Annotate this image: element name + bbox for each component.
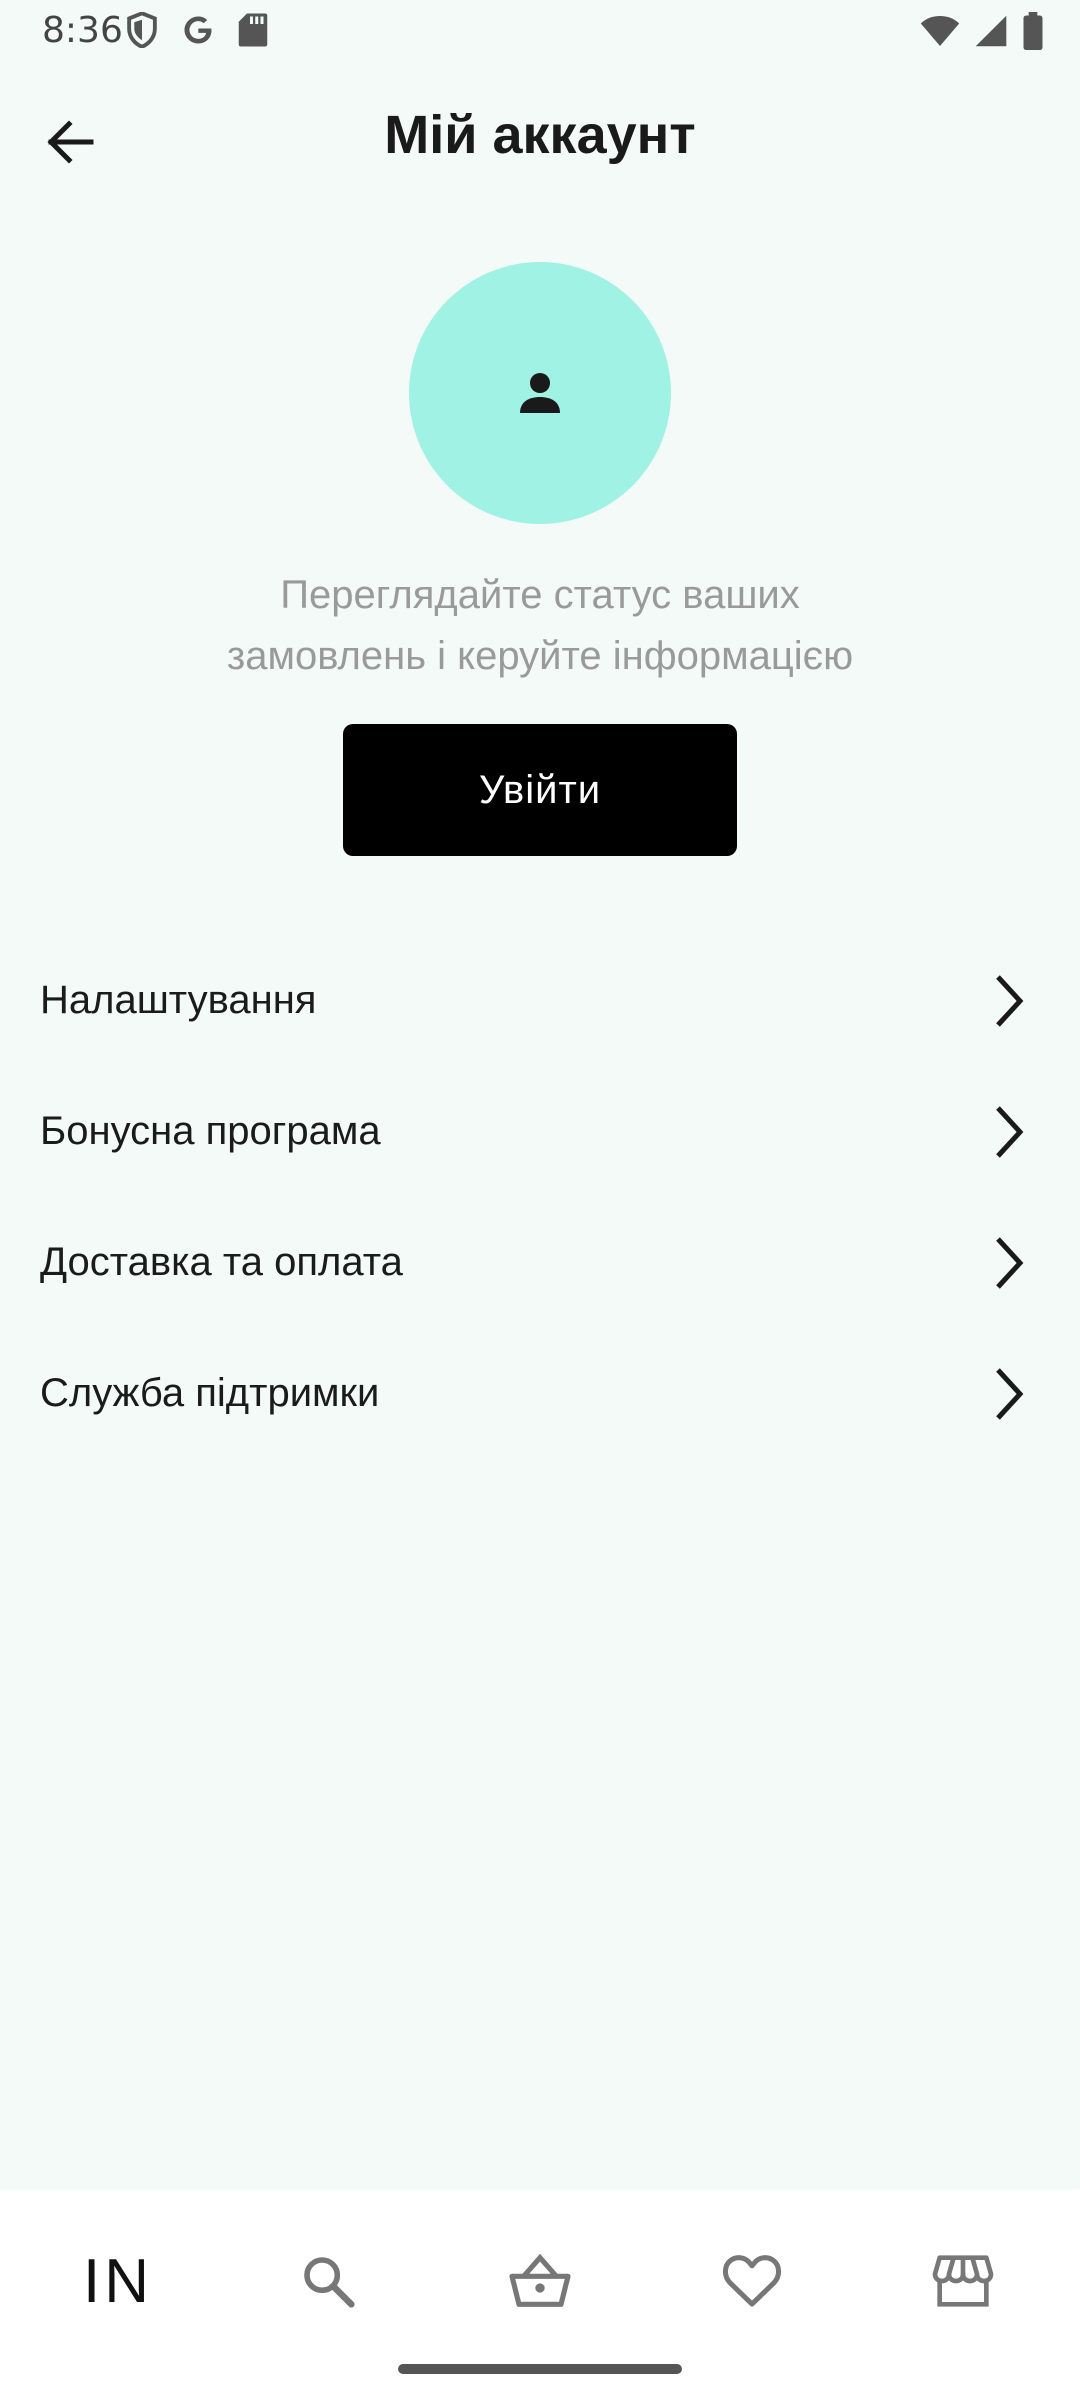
chevron-right-icon <box>996 1105 1024 1158</box>
menu-item-settings[interactable]: Налаштування <box>0 935 1080 1066</box>
home-logo: IN <box>83 2246 153 2316</box>
battery-icon <box>1023 12 1043 50</box>
chevron-right-icon <box>996 1367 1024 1420</box>
nav-basket[interactable] <box>480 2226 600 2336</box>
basket-icon <box>509 2253 571 2307</box>
heart-icon <box>722 2255 782 2307</box>
status-bar: 8:36 <box>0 0 1080 64</box>
google-icon <box>184 16 212 44</box>
search-icon <box>304 2257 355 2308</box>
signal-icon <box>975 15 1007 47</box>
chevron-right-icon <box>996 974 1024 1027</box>
menu-item-label: Бонусна програма <box>40 1109 381 1153</box>
info-line-1: Переглядайте статус ваших <box>280 573 800 617</box>
menu-item-support[interactable]: Служба підтримки <box>0 1328 1080 1459</box>
nav-stores[interactable] <box>903 2226 1023 2336</box>
nav-search[interactable] <box>268 2226 388 2336</box>
avatar <box>409 262 671 524</box>
app-bar: Мій аккаунт <box>0 84 1080 188</box>
store-icon <box>932 2255 994 2307</box>
chevron-right-icon <box>996 1236 1024 1289</box>
login-button[interactable]: Увійти <box>343 724 737 856</box>
home-indicator <box>398 2364 682 2374</box>
sd-card-icon <box>238 13 268 47</box>
nav-home[interactable]: IN <box>58 2226 178 2336</box>
page-title: Мій аккаунт <box>384 105 696 165</box>
menu-item-delivery-payment[interactable]: Доставка та оплата <box>0 1197 1080 1328</box>
menu-item-label: Налаштування <box>40 978 317 1022</box>
info-line-2: замовлень і керуйте інформацією <box>226 634 854 678</box>
person-icon <box>520 373 560 413</box>
menu-item-label: Служба підтримки <box>40 1371 380 1415</box>
nav-favorites[interactable] <box>692 2226 812 2336</box>
wifi-icon <box>920 16 960 46</box>
account-menu: Налаштування Бонусна програма Доставка т… <box>0 935 1080 1459</box>
shield-icon <box>127 12 157 48</box>
status-time: 8:36 <box>42 10 123 51</box>
account-info-text: Переглядайте статус ваших замовлень і ке… <box>140 565 940 687</box>
menu-item-bonus-program[interactable]: Бонусна програма <box>0 1066 1080 1197</box>
menu-item-label: Доставка та оплата <box>40 1240 403 1284</box>
